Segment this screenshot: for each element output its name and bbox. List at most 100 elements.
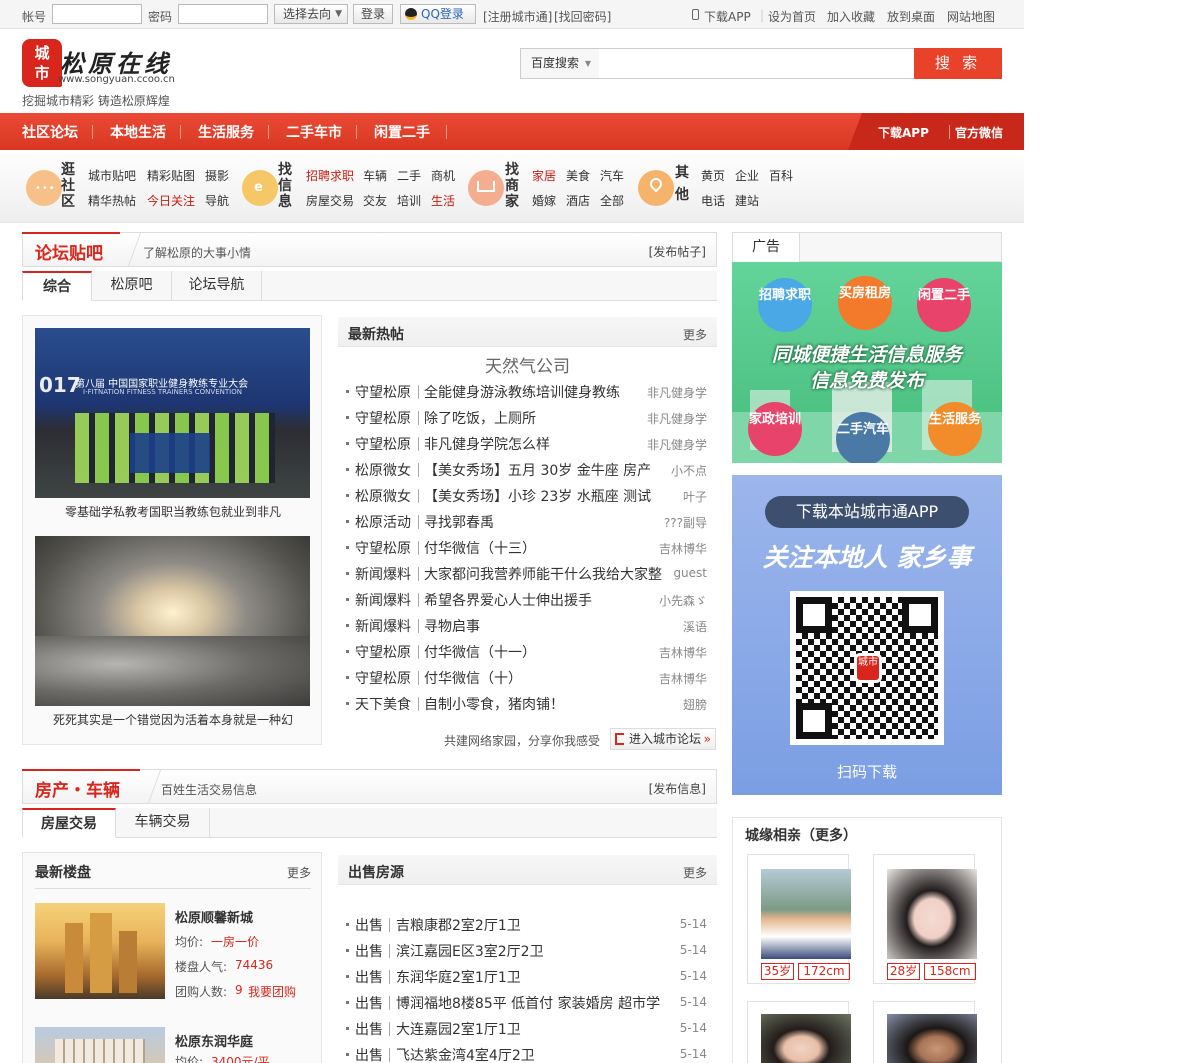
post-row[interactable]: 守望松原 付华微信（十一） 吉林博华 [346, 639, 717, 665]
post-row[interactable]: 新闻爆料 希望各界爱心人士伸出援手 小先森ゞ [346, 587, 717, 613]
post-category[interactable]: 松原活动 [355, 512, 411, 532]
post-author[interactable]: 翅膀 [683, 696, 707, 713]
post-author[interactable]: 小不点 [671, 462, 707, 479]
cat-link-jobs[interactable]: 招聘求职 [306, 167, 354, 184]
post-title[interactable]: 大家都问我营养师能干什么我给大家整 [424, 564, 662, 584]
search-button[interactable]: 搜 索 [914, 48, 1002, 79]
tab-forum-nav[interactable]: 论坛导航 [172, 271, 262, 301]
group-buy-link[interactable]: 我要团购 [248, 983, 296, 1000]
post-title[interactable]: 寻物启事 [424, 616, 480, 636]
post-author[interactable]: 非凡健身学 [647, 384, 707, 401]
profile-card[interactable]: 35岁 172cm [747, 854, 851, 984]
cat-link-food[interactable]: 美食 [566, 167, 590, 184]
cat-link-life[interactable]: 生活 [431, 192, 455, 209]
nav-download-app[interactable]: 下载APP [878, 124, 929, 141]
profile-card[interactable] [873, 1001, 977, 1063]
sale-row[interactable]: 出售 滨江嘉园E区3室2厅2卫 5-14 [346, 938, 717, 964]
post-category[interactable]: 新闻爆料 [355, 616, 411, 636]
cat-link-vehicles[interactable]: 车辆 [363, 167, 387, 184]
post-title[interactable]: 非凡健身学院怎么样 [424, 434, 550, 454]
photo-fitness-team[interactable]: 017 第八届 中国国家职业健身教练专业大会 I-FITNATION FITNE… [35, 328, 310, 498]
sale-title[interactable]: 东润华庭2室1厅1卫 [396, 967, 521, 987]
password-input[interactable] [178, 4, 268, 24]
cat-link-wedding[interactable]: 婚嫁 [532, 192, 556, 209]
sale-row[interactable]: 出售 大连嘉园2室1厅1卫 5-14 [346, 1016, 717, 1042]
nav-official-wechat[interactable]: 官方微信 [955, 124, 1003, 141]
download-app-link[interactable]: 下载APP [704, 8, 751, 25]
sitemap-link[interactable]: 网站地图 [947, 8, 995, 25]
post-row[interactable]: 松原微女 【美女秀场】五月 30岁 金牛座 房产 小不点 [346, 457, 717, 483]
cat-link-training[interactable]: 培训 [397, 192, 421, 209]
post-title[interactable]: 付华微信（十一） [424, 642, 536, 662]
post-author[interactable]: 吉林博华 [659, 670, 707, 687]
post-row[interactable]: 天下美食 自制小零食，猪肉铺！ 翅膀 [346, 691, 717, 717]
cat-link-city-forum[interactable]: 城市贴吧 [88, 167, 136, 184]
estate-name[interactable]: 松原顺馨新城 [175, 907, 253, 926]
tab-vehicle-trade[interactable]: 车辆交易 [116, 808, 210, 838]
sale-row[interactable]: 出售 博润福地8楼85平 低首付 家装婚房 超市学 5-14 [346, 990, 717, 1016]
cat-link-autos[interactable]: 汽车 [600, 167, 624, 184]
post-row[interactable]: 守望松原 全能健身游泳教练培训健身教练 非凡健身学 [346, 379, 717, 405]
photo-clouds[interactable] [35, 536, 310, 706]
post-row[interactable]: 守望松原 除了吃饭，上厕所 非凡健身学 [346, 405, 717, 431]
more-link[interactable]: 更多 [683, 326, 707, 343]
profile-card[interactable] [747, 1001, 851, 1063]
more-link[interactable]: 更多 [287, 864, 311, 881]
ad-banner-services[interactable]: 招聘求职 买房租房 闲置二手 同城便捷生活信息服务 信息免费发布 家政培训 二手… [732, 262, 1002, 463]
cat-link-site-builder[interactable]: 建站 [735, 192, 759, 209]
enter-forum-button[interactable]: 进入城市论坛 » [610, 728, 716, 750]
add-desktop-link[interactable]: 放到桌面 [887, 8, 935, 25]
post-author[interactable]: ???副导 [664, 514, 707, 531]
post-title[interactable]: 自制小零食，猪肉铺！ [424, 694, 564, 714]
text-ad[interactable]: 天然气公司 [338, 352, 717, 377]
search-engine-select[interactable]: 百度搜索 ▼ [520, 48, 600, 79]
post-author[interactable]: 小先森ゞ [659, 592, 707, 609]
post-title[interactable]: 【美女秀场】五月 30岁 金牛座 房产 [424, 460, 651, 480]
profile-card[interactable]: 28岁 158cm [873, 854, 977, 984]
sale-row[interactable]: 出售 飞达紫金湾4室4厅2卫 5-14 [346, 1042, 717, 1063]
post-author[interactable]: 非凡健身学 [647, 436, 707, 453]
sale-title[interactable]: 吉粮康郡2室2厅1卫 [396, 915, 521, 935]
post-title[interactable]: 【美女秀场】小珍 23岁 水瓶座 测试 [424, 486, 651, 506]
add-favorite-link[interactable]: 加入收藏 [827, 8, 875, 25]
more-link[interactable]: 更多 [683, 864, 707, 881]
cat-link-wiki[interactable]: 百科 [769, 167, 793, 184]
qq-login-button[interactable]: QQ登录 [400, 4, 476, 24]
sale-title[interactable]: 博润福地8楼85平 低首付 家装婚房 超市学 [396, 993, 660, 1013]
sale-row[interactable]: 出售 东润华庭2室1厅1卫 5-14 [346, 964, 717, 990]
estate-name[interactable]: 松原东润华庭 [175, 1031, 253, 1050]
post-title[interactable]: 付华微信（十三） [424, 538, 536, 558]
cat-link-yellow-pages[interactable]: 黄页 [701, 167, 725, 184]
cat-link-featured[interactable]: 精华热帖 [88, 192, 136, 209]
post-author[interactable]: 叶子 [683, 488, 707, 505]
post-row[interactable]: 守望松原 非凡健身学院怎么样 非凡健身学 [346, 431, 717, 457]
post-category[interactable]: 守望松原 [355, 642, 411, 662]
nav-item-used-cars[interactable]: 二手车市 [286, 122, 342, 142]
post-category[interactable]: 松原微女 [355, 486, 411, 506]
set-homepage-link[interactable]: 设为首页 [768, 8, 816, 25]
post-thread-link[interactable]: [发布帖子] [649, 243, 706, 260]
post-category[interactable]: 松原微女 [355, 460, 411, 480]
nav-item-forum[interactable]: 社区论坛 [22, 122, 78, 142]
sale-title[interactable]: 飞达紫金湾4室4厅2卫 [396, 1045, 535, 1063]
estate-photo[interactable] [35, 903, 165, 999]
post-title[interactable]: 寻找郭春禹 [424, 512, 494, 532]
cat-link-second-hand[interactable]: 二手 [397, 167, 421, 184]
post-author[interactable]: 吉林博华 [659, 540, 707, 557]
post-row[interactable]: 新闻爆料 寻物启事 溪语 [346, 613, 717, 639]
cat-link-friends[interactable]: 交友 [363, 192, 387, 209]
post-author[interactable]: 溪语 [683, 618, 707, 635]
post-row[interactable]: 守望松原 付华微信（十） 吉林博华 [346, 665, 717, 691]
post-info-link[interactable]: [发布信息] [649, 780, 706, 797]
register-link[interactable]: [注册城市通] [483, 8, 552, 25]
post-category[interactable]: 守望松原 [355, 382, 411, 402]
ad-banner-app-download[interactable]: 下载本站城市通APP 关注本地人 家乡事 城市 扫码下载 [732, 475, 1002, 795]
post-row[interactable]: 守望松原 付华微信（十三） 吉林博华 [346, 535, 717, 561]
nav-item-local-life[interactable]: 本地生活 [110, 122, 166, 142]
cat-link-today[interactable]: 今日关注 [147, 192, 195, 209]
tab-songyuan-bar[interactable]: 松原吧 [92, 271, 172, 301]
post-author[interactable]: 非凡健身学 [647, 410, 707, 427]
sale-row[interactable]: 出售 吉粮康郡2室2厅1卫 5-14 [346, 912, 717, 938]
post-category[interactable]: 新闻爆料 [355, 590, 411, 610]
dating-title[interactable]: 城缘相亲（更多） [745, 825, 857, 845]
